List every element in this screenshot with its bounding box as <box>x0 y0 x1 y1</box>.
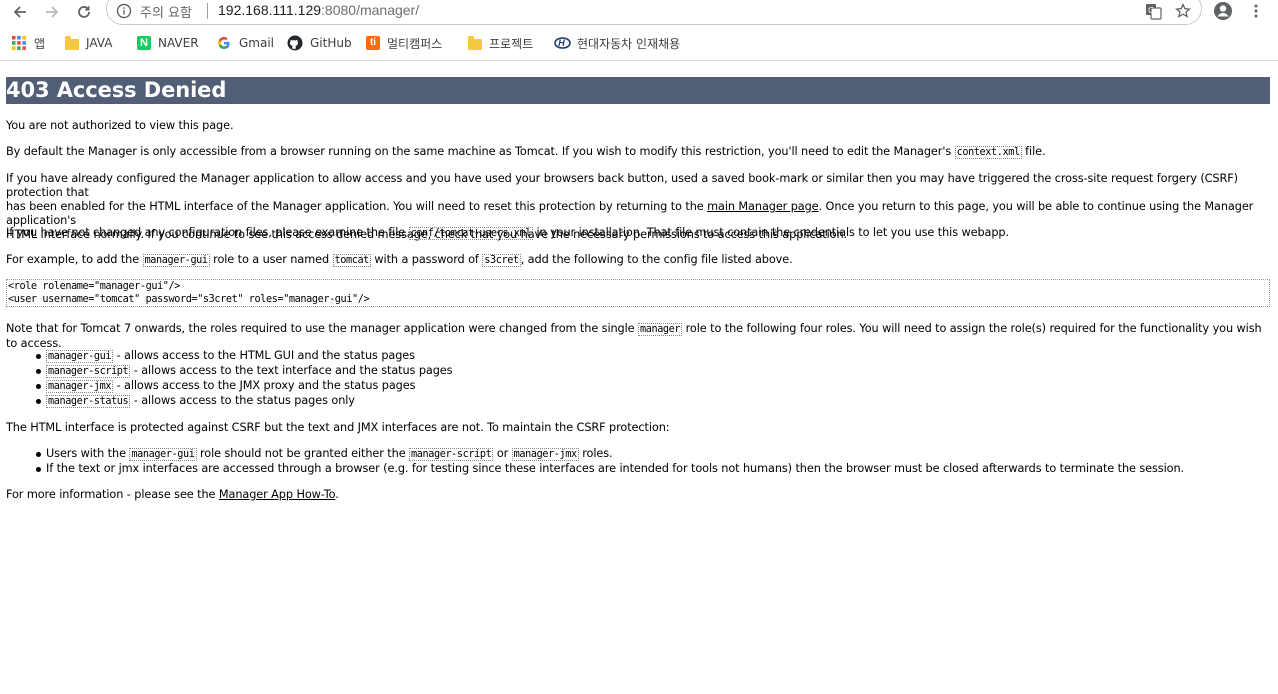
apps-grid-icon <box>11 35 27 51</box>
security-warning-label[interactable]: 주의 요함 <box>140 2 192 21</box>
paragraph-not-authorized: You are not authorized to view this page… <box>6 119 234 132</box>
paragraph-more-info: For more information - please see the Ma… <box>6 488 339 501</box>
bookmark-label: 앱 <box>34 36 46 51</box>
bookmark-multicampus[interactable]: ti 멀티캠퍼스 <box>366 33 442 53</box>
code-tomcat: tomcat <box>332 254 371 267</box>
omnibox-divider <box>207 3 208 19</box>
bookmarks-bar: 앱 JAVA N NAVER Gmail GitHub ti 멀티캠퍼스 프로젝… <box>0 27 1278 61</box>
bookmark-label: 프로젝트 <box>489 36 534 51</box>
svg-text:G: G <box>1148 6 1154 15</box>
google-icon <box>216 35 232 51</box>
profile-avatar-icon[interactable] <box>1213 1 1233 21</box>
menu-kebab-icon[interactable] <box>1246 1 1266 21</box>
bookmark-label: GitHub <box>310 36 352 50</box>
roles-list: manager-gui - allows access to the HTML … <box>35 349 453 409</box>
list-item: If the text or jmx interfaces are access… <box>36 462 1184 475</box>
folder-icon <box>65 35 79 50</box>
manager-app-howto-link[interactable]: Manager App How-To <box>219 488 335 501</box>
list-item: manager-gui - allows access to the HTML … <box>35 349 452 364</box>
code-manager: manager <box>638 323 683 336</box>
naver-icon: N <box>137 36 151 50</box>
back-button[interactable] <box>6 0 34 24</box>
reload-button[interactable] <box>70 0 98 24</box>
config-line: <role rolename="manager-gui"/> <box>8 281 181 292</box>
bookmark-naver[interactable]: N NAVER <box>137 33 199 53</box>
forward-button[interactable] <box>38 0 66 24</box>
paragraph-config-files: If you have not changed any configuratio… <box>6 226 1009 240</box>
list-item: manager-script - allows access to the te… <box>35 364 453 378</box>
multicampus-icon: ti <box>366 36 380 50</box>
code-tomcat-users-xml: conf/tomcat-users.xml <box>408 227 533 240</box>
bookmark-label: 현대자동차 인재채용 <box>577 36 681 51</box>
folder-icon <box>468 35 482 50</box>
url-text[interactable]: 192.168.111.129:8080/manager/ <box>218 2 419 18</box>
bookmark-label: JAVA <box>86 36 113 50</box>
config-line: <user username="tomcat" password="s3cret… <box>8 294 370 305</box>
url-path: :8080/manager/ <box>321 2 420 18</box>
bookmark-apps[interactable]: 앱 <box>11 33 45 53</box>
info-icon[interactable] <box>116 3 132 19</box>
paragraph-csrf-protection: The HTML interface is protected against … <box>6 421 670 434</box>
reload-icon <box>76 4 92 20</box>
main-manager-page-link[interactable]: main Manager page <box>707 200 819 213</box>
code-context-xml: context.xml <box>954 146 1022 159</box>
paragraph-example: For example, to add the manager-gui role… <box>6 253 793 267</box>
list-item: Users with the manager-gui role should n… <box>36 447 1184 462</box>
bookmark-star-icon[interactable] <box>1173 1 1193 21</box>
bookmark-gmail[interactable]: Gmail <box>216 33 274 53</box>
paragraph-tomcat7-roles: Note that for Tomcat 7 onwards, the role… <box>6 322 1262 350</box>
bookmark-project[interactable]: 프로젝트 <box>468 33 533 53</box>
page-title: 403 Access Denied <box>6 77 1270 104</box>
list-item: manager-jmx - allows access to the JMX p… <box>35 379 452 394</box>
translate-icon[interactable]: G <box>1143 1 1163 21</box>
bookmark-hyundai[interactable]: H 현대자동차 인재채용 <box>554 33 680 53</box>
back-arrow-icon <box>12 4 28 20</box>
list-item: manager-status - allows access to the st… <box>35 394 452 409</box>
svg-text:H: H <box>558 38 565 48</box>
bookmark-java[interactable]: JAVA <box>65 33 112 53</box>
bookmark-label: Gmail <box>239 36 275 50</box>
github-icon <box>287 35 303 51</box>
code-s3cret: s3cret <box>482 254 521 267</box>
bookmark-label: 멀티캠퍼스 <box>387 36 443 51</box>
bookmark-github[interactable]: GitHub <box>287 33 352 53</box>
csrf-rules-list: Users with the manager-gui role should n… <box>36 447 1184 477</box>
browser-toolbar: 주의 요함 192.168.111.129:8080/manager/ G <box>0 0 1278 27</box>
hyundai-icon: H <box>554 35 571 51</box>
config-example-block: <role rolename="manager-gui"/> <user user… <box>6 279 1270 307</box>
paragraph-default-access: By default the Manager is only accessibl… <box>6 145 1046 159</box>
url-host: 192.168.111.129 <box>218 2 322 18</box>
code-manager-gui: manager-gui <box>142 254 210 267</box>
forward-arrow-icon <box>44 4 60 20</box>
bookmark-label: NAVER <box>158 36 199 50</box>
